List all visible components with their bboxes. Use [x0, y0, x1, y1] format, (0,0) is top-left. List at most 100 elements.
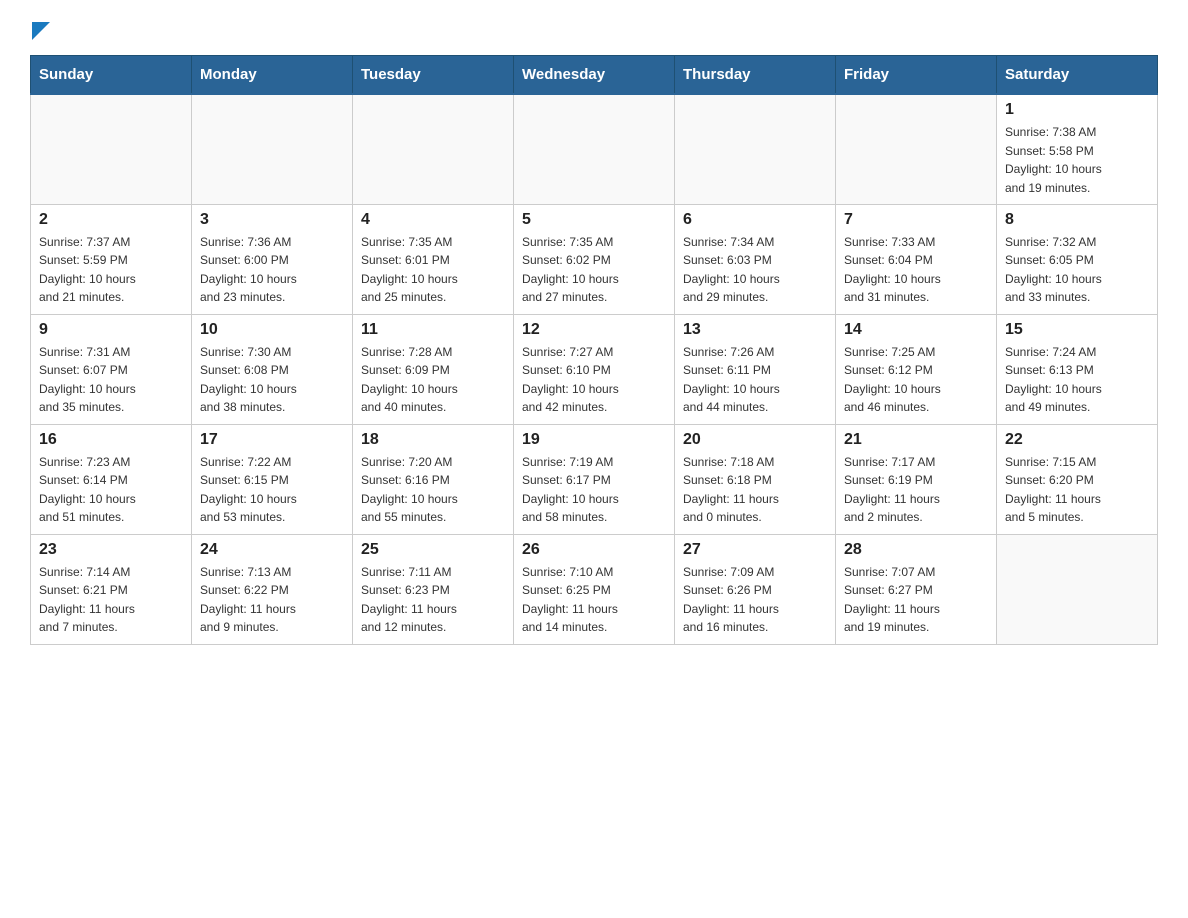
day-info: Sunrise: 7:35 AM Sunset: 6:01 PM Dayligh…: [361, 233, 505, 307]
day-info: Sunrise: 7:25 AM Sunset: 6:12 PM Dayligh…: [844, 343, 988, 417]
day-info: Sunrise: 7:27 AM Sunset: 6:10 PM Dayligh…: [522, 343, 666, 417]
day-number: 7: [844, 211, 988, 229]
calendar-week-row: 2 Sunrise: 7:37 AM Sunset: 5:59 PM Daylig…: [31, 204, 1158, 314]
calendar-cell: 19Sunrise: 7:19 AM Sunset: 6:17 PM Dayli…: [514, 424, 675, 534]
day-info: Sunrise: 7:30 AM Sunset: 6:08 PM Dayligh…: [200, 343, 344, 417]
day-number: 24: [200, 541, 344, 559]
calendar-cell: [353, 94, 514, 204]
calendar-cell: 7 Sunrise: 7:33 AM Sunset: 6:04 PM Daylig…: [836, 204, 997, 314]
calendar-cell: 16 Sunrise: 7:23 AM Sunset: 6:14 PM Dayli…: [31, 424, 192, 534]
day-info: Sunrise: 7:10 AM Sunset: 6:25 PM Dayligh…: [522, 563, 666, 637]
calendar-cell: 24 Sunrise: 7:13 AM Sunset: 6:22 PM Dayli…: [192, 534, 353, 644]
calendar-cell: 14 Sunrise: 7:25 AM Sunset: 6:12 PM Dayli…: [836, 314, 997, 424]
day-info: Sunrise: 7:28 AM Sunset: 6:09 PM Dayligh…: [361, 343, 505, 417]
day-number: 28: [844, 541, 988, 559]
calendar-cell: 8 Sunrise: 7:32 AM Sunset: 6:05 PM Daylig…: [997, 204, 1158, 314]
calendar-header-row: SundayMondayTuesdayWednesdayThursdayFrid…: [31, 56, 1158, 95]
calendar-cell: 22Sunrise: 7:15 AM Sunset: 6:20 PM Dayli…: [997, 424, 1158, 534]
calendar-cell: 4Sunrise: 7:35 AM Sunset: 6:01 PM Daylig…: [353, 204, 514, 314]
calendar-cell: 2 Sunrise: 7:37 AM Sunset: 5:59 PM Daylig…: [31, 204, 192, 314]
day-info: Sunrise: 7:13 AM Sunset: 6:22 PM Dayligh…: [200, 563, 344, 637]
day-info: Sunrise: 7:35 AM Sunset: 6:02 PM Dayligh…: [522, 233, 666, 307]
day-info: Sunrise: 7:37 AM Sunset: 5:59 PM Dayligh…: [39, 233, 183, 307]
calendar-cell: 12 Sunrise: 7:27 AM Sunset: 6:10 PM Dayli…: [514, 314, 675, 424]
calendar-cell: 17 Sunrise: 7:22 AM Sunset: 6:15 PM Dayli…: [192, 424, 353, 534]
column-header-thursday: Thursday: [675, 56, 836, 95]
day-number: 27: [683, 541, 827, 559]
calendar-cell: 11 Sunrise: 7:28 AM Sunset: 6:09 PM Dayli…: [353, 314, 514, 424]
day-info: Sunrise: 7:19 AM Sunset: 6:17 PM Dayligh…: [522, 453, 666, 527]
day-info: Sunrise: 7:09 AM Sunset: 6:26 PM Dayligh…: [683, 563, 827, 637]
day-number: 13: [683, 321, 827, 339]
calendar-cell: 15 Sunrise: 7:24 AM Sunset: 6:13 PM Dayli…: [997, 314, 1158, 424]
calendar-cell: 21 Sunrise: 7:17 AM Sunset: 6:19 PM Dayli…: [836, 424, 997, 534]
day-number: 14: [844, 321, 988, 339]
calendar-week-row: 23 Sunrise: 7:14 AM Sunset: 6:21 PM Dayli…: [31, 534, 1158, 644]
day-number: 15: [1005, 321, 1149, 339]
calendar-cell: [675, 94, 836, 204]
page-header: [30, 20, 1158, 45]
calendar-cell: 9 Sunrise: 7:31 AM Sunset: 6:07 PM Daylig…: [31, 314, 192, 424]
logo-triangle-icon: [32, 22, 50, 40]
day-number: 8: [1005, 211, 1149, 229]
day-number: 5: [522, 211, 666, 229]
column-header-tuesday: Tuesday: [353, 56, 514, 95]
day-number: 25: [361, 541, 505, 559]
day-info: Sunrise: 7:23 AM Sunset: 6:14 PM Dayligh…: [39, 453, 183, 527]
calendar-cell: 5 Sunrise: 7:35 AM Sunset: 6:02 PM Daylig…: [514, 204, 675, 314]
calendar-week-row: 9 Sunrise: 7:31 AM Sunset: 6:07 PM Daylig…: [31, 314, 1158, 424]
day-info: Sunrise: 7:32 AM Sunset: 6:05 PM Dayligh…: [1005, 233, 1149, 307]
day-info: Sunrise: 7:20 AM Sunset: 6:16 PM Dayligh…: [361, 453, 505, 527]
day-number: 20: [683, 431, 827, 449]
calendar-cell: 28Sunrise: 7:07 AM Sunset: 6:27 PM Dayli…: [836, 534, 997, 644]
column-header-wednesday: Wednesday: [514, 56, 675, 95]
day-info: Sunrise: 7:18 AM Sunset: 6:18 PM Dayligh…: [683, 453, 827, 527]
day-info: Sunrise: 7:34 AM Sunset: 6:03 PM Dayligh…: [683, 233, 827, 307]
calendar-table: SundayMondayTuesdayWednesdayThursdayFrid…: [30, 55, 1158, 645]
calendar-cell: 6 Sunrise: 7:34 AM Sunset: 6:03 PM Daylig…: [675, 204, 836, 314]
calendar-cell: 20 Sunrise: 7:18 AM Sunset: 6:18 PM Dayli…: [675, 424, 836, 534]
day-info: Sunrise: 7:38 AM Sunset: 5:58 PM Dayligh…: [1005, 123, 1149, 197]
column-header-monday: Monday: [192, 56, 353, 95]
calendar-cell: [836, 94, 997, 204]
day-info: Sunrise: 7:26 AM Sunset: 6:11 PM Dayligh…: [683, 343, 827, 417]
column-header-saturday: Saturday: [997, 56, 1158, 95]
calendar-cell: [31, 94, 192, 204]
day-info: Sunrise: 7:17 AM Sunset: 6:19 PM Dayligh…: [844, 453, 988, 527]
calendar-cell: 1 Sunrise: 7:38 AM Sunset: 5:58 PM Daylig…: [997, 94, 1158, 204]
day-number: 10: [200, 321, 344, 339]
day-number: 17: [200, 431, 344, 449]
day-info: Sunrise: 7:15 AM Sunset: 6:20 PM Dayligh…: [1005, 453, 1149, 527]
day-number: 16: [39, 431, 183, 449]
day-number: 2: [39, 211, 183, 229]
day-info: Sunrise: 7:31 AM Sunset: 6:07 PM Dayligh…: [39, 343, 183, 417]
day-info: Sunrise: 7:14 AM Sunset: 6:21 PM Dayligh…: [39, 563, 183, 637]
calendar-cell: [514, 94, 675, 204]
day-number: 3: [200, 211, 344, 229]
day-number: 9: [39, 321, 183, 339]
day-number: 21: [844, 431, 988, 449]
calendar-cell: [997, 534, 1158, 644]
day-number: 26: [522, 541, 666, 559]
day-number: 1: [1005, 101, 1149, 119]
day-number: 11: [361, 321, 505, 339]
calendar-cell: 10 Sunrise: 7:30 AM Sunset: 6:08 PM Dayli…: [192, 314, 353, 424]
calendar-cell: 13 Sunrise: 7:26 AM Sunset: 6:11 PM Dayli…: [675, 314, 836, 424]
day-number: 18: [361, 431, 505, 449]
calendar-cell: 25 Sunrise: 7:11 AM Sunset: 6:23 PM Dayli…: [353, 534, 514, 644]
logo: [30, 20, 50, 45]
day-info: Sunrise: 7:24 AM Sunset: 6:13 PM Dayligh…: [1005, 343, 1149, 417]
day-number: 12: [522, 321, 666, 339]
calendar-cell: 26 Sunrise: 7:10 AM Sunset: 6:25 PM Dayli…: [514, 534, 675, 644]
day-number: 23: [39, 541, 183, 559]
calendar-cell: 23 Sunrise: 7:14 AM Sunset: 6:21 PM Dayli…: [31, 534, 192, 644]
calendar-cell: 3 Sunrise: 7:36 AM Sunset: 6:00 PM Daylig…: [192, 204, 353, 314]
calendar-cell: 18 Sunrise: 7:20 AM Sunset: 6:16 PM Dayli…: [353, 424, 514, 534]
day-info: Sunrise: 7:33 AM Sunset: 6:04 PM Dayligh…: [844, 233, 988, 307]
day-info: Sunrise: 7:22 AM Sunset: 6:15 PM Dayligh…: [200, 453, 344, 527]
calendar-cell: 27 Sunrise: 7:09 AM Sunset: 6:26 PM Dayli…: [675, 534, 836, 644]
day-info: Sunrise: 7:11 AM Sunset: 6:23 PM Dayligh…: [361, 563, 505, 637]
calendar-week-row: 1 Sunrise: 7:38 AM Sunset: 5:58 PM Daylig…: [31, 94, 1158, 204]
day-info: Sunrise: 7:36 AM Sunset: 6:00 PM Dayligh…: [200, 233, 344, 307]
day-number: 6: [683, 211, 827, 229]
